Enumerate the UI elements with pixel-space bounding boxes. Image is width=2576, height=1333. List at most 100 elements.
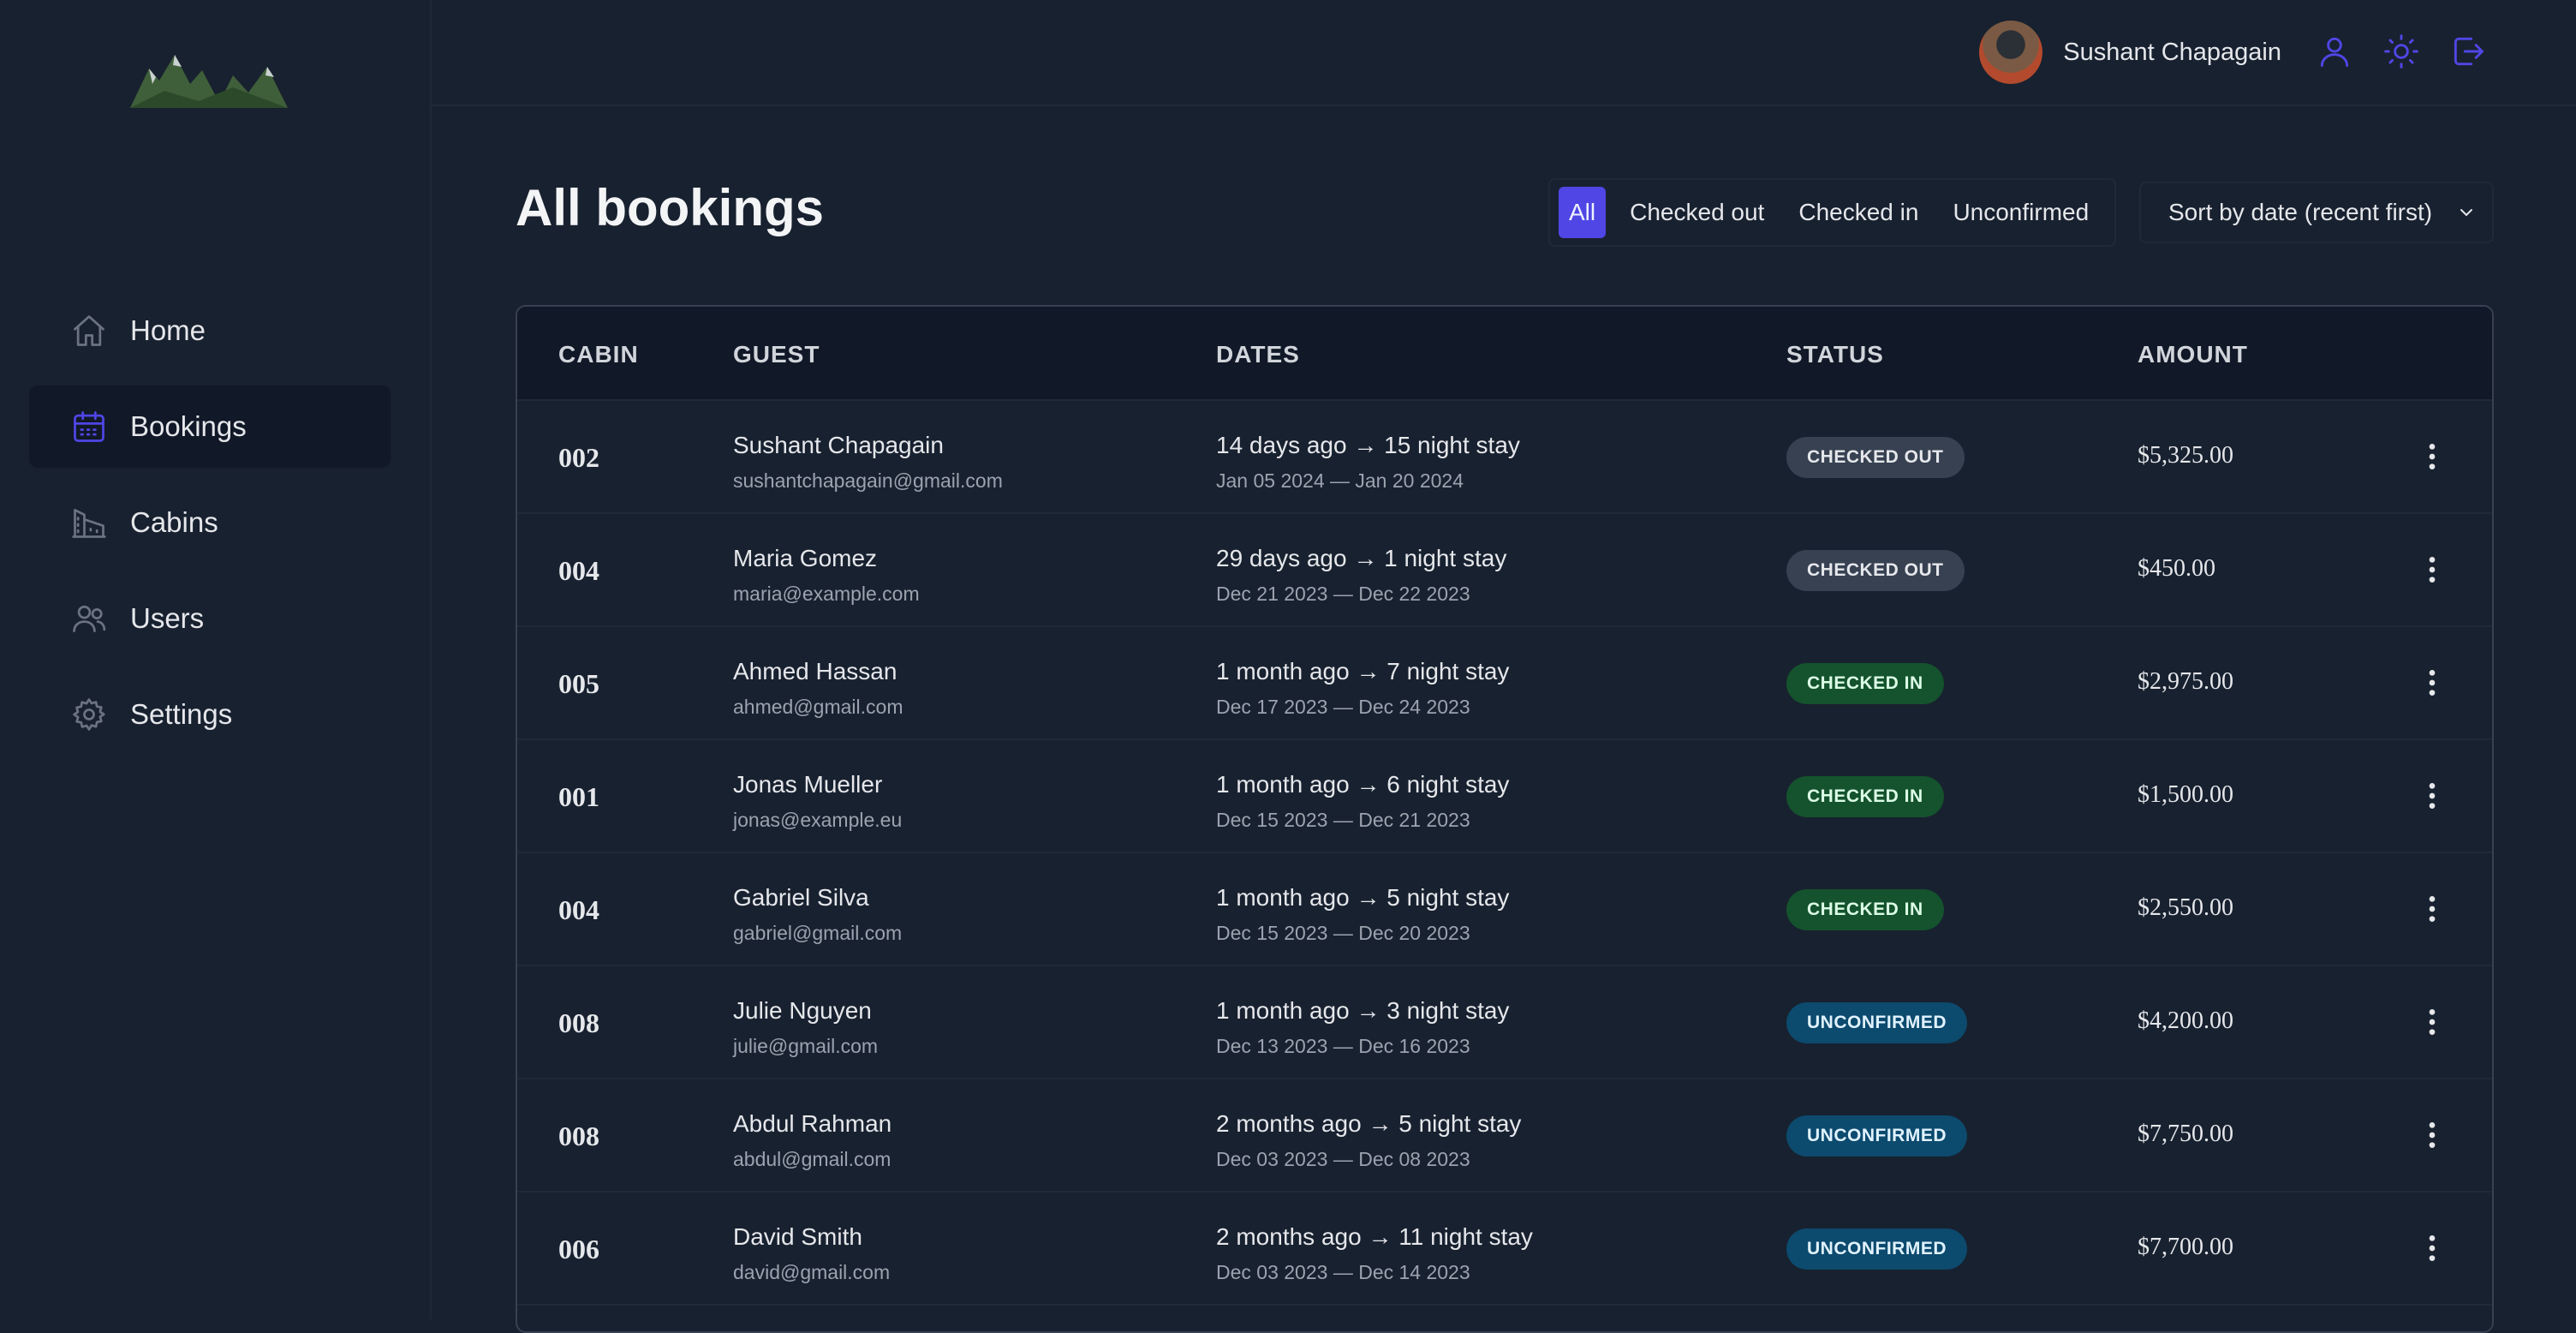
- date-range: Jan 05 2024 — Jan 20 2024: [1216, 469, 1464, 492]
- table-row: 002 Sushant Chapagain sushantchapagain@g…: [517, 401, 2492, 514]
- guest-email: sushantchapagain@gmail.com: [733, 469, 1003, 492]
- cabin-number: 004: [558, 894, 599, 925]
- guest-name: Gabriel Silva: [733, 884, 869, 911]
- booking-amount: $2,975.00: [2138, 668, 2233, 695]
- filter-unconfirmed-button[interactable]: Unconfirmed: [1942, 187, 2099, 238]
- stay-summary: 1 month ago → 5 night stay: [1216, 884, 1510, 911]
- date-range: Dec 03 2023 — Dec 08 2023: [1216, 1148, 1470, 1170]
- table-row: 004 Maria Gomez maria@example.com 29 day…: [517, 514, 2492, 627]
- sidebar-item-label: Settings: [130, 698, 233, 730]
- guest-name: Ahmed Hassan: [733, 658, 897, 684]
- guest-name: Sushant Chapagain: [733, 432, 944, 458]
- guest-email: maria@example.com: [733, 583, 920, 605]
- sidebar-item-cabins[interactable]: Cabins: [29, 481, 391, 564]
- sidebar-item-home[interactable]: Home: [29, 290, 391, 372]
- cabin-number: 001: [558, 781, 599, 812]
- guest-email: jonas@example.eu: [733, 809, 903, 831]
- table-row: 001 Jonas Mueller jonas@example.eu 1 mon…: [517, 740, 2492, 853]
- user-name: Sushant Chapagain: [2063, 38, 2281, 66]
- booking-amount: $7,750.00: [2138, 1121, 2233, 1147]
- booking-filter: All Checked out Checked in Unconfirmed: [1548, 178, 2117, 247]
- cabin-number: 006: [558, 1234, 599, 1264]
- table-row: 006 David Smith david@gmail.com 2 months…: [517, 1193, 2492, 1306]
- user-icon[interactable]: [2316, 33, 2353, 70]
- status-badge: CHECKED IN: [1786, 776, 1944, 817]
- column-header-status: STATUS: [1786, 341, 1884, 368]
- guest-name: Abdul Rahman: [733, 1110, 892, 1137]
- sidebar-nav: Home Bookings Cabins Users Settings: [29, 290, 391, 769]
- more-vertical-icon[interactable]: [2415, 779, 2449, 813]
- status-badge: CHECKED OUT: [1786, 437, 1965, 478]
- date-range: Dec 03 2023 — Dec 14 2023: [1216, 1261, 1470, 1283]
- guest-name: Julie Nguyen: [733, 997, 872, 1024]
- booking-amount: $2,550.00: [2138, 894, 2233, 921]
- stay-summary: 2 months ago → 11 night stay: [1216, 1223, 1533, 1250]
- status-badge: CHECKED IN: [1786, 889, 1944, 930]
- more-vertical-icon[interactable]: [2415, 892, 2449, 926]
- stay-summary: 14 days ago → 15 night stay: [1216, 432, 1520, 458]
- calendar-icon: [74, 411, 104, 442]
- filter-all-button[interactable]: All: [1559, 187, 1607, 238]
- date-range: Dec 15 2023 — Dec 21 2023: [1216, 809, 1470, 831]
- date-range: Dec 13 2023 — Dec 16 2023: [1216, 1035, 1470, 1057]
- booking-amount: $450.00: [2138, 555, 2215, 582]
- more-vertical-icon[interactable]: [2415, 553, 2449, 587]
- column-header-cabin: CABIN: [558, 341, 639, 368]
- gear-icon: [73, 698, 105, 731]
- table-body: 002 Sushant Chapagain sushantchapagain@g…: [517, 401, 2492, 1306]
- table-row: 004 Gabriel Silva gabriel@gmail.com 1 mo…: [517, 853, 2492, 966]
- sidebar-item-label: Bookings: [130, 410, 247, 442]
- guest-email: ahmed@gmail.com: [733, 696, 903, 718]
- date-range: Dec 15 2023 — Dec 20 2023: [1216, 922, 1470, 944]
- avatar: [1979, 21, 2043, 84]
- filter-checked-in-button[interactable]: Checked in: [1788, 187, 1929, 238]
- booking-amount: $1,500.00: [2138, 781, 2233, 808]
- filter-checked-out-button[interactable]: Checked out: [1619, 187, 1774, 238]
- bookings-table: CABIN GUEST DATES STATUS AMOUNT 002 Sush…: [516, 305, 2494, 1333]
- stay-summary: 29 days ago → 1 night stay: [1216, 545, 1507, 571]
- more-vertical-icon[interactable]: [2415, 1118, 2449, 1152]
- column-header-dates: DATES: [1216, 341, 1300, 368]
- date-range: Dec 17 2023 — Dec 24 2023: [1216, 696, 1470, 718]
- guest-name: David Smith: [733, 1223, 862, 1250]
- status-badge: UNCONFIRMED: [1786, 1002, 1967, 1043]
- sidebar-item-label: Home: [130, 314, 206, 346]
- cabin-number: 008: [558, 1007, 599, 1038]
- guest-email: julie@gmail.com: [733, 1035, 879, 1057]
- status-badge: CHECKED OUT: [1786, 550, 1965, 591]
- table-row: 005 Ahmed Hassan ahmed@gmail.com 1 month…: [517, 627, 2492, 740]
- page-title: All bookings: [516, 179, 824, 236]
- column-header-guest: GUEST: [733, 341, 820, 368]
- booking-amount: $5,325.00: [2138, 442, 2233, 469]
- more-vertical-icon[interactable]: [2415, 439, 2449, 474]
- column-header-amount: AMOUNT: [2138, 341, 2248, 368]
- status-badge: UNCONFIRMED: [1786, 1115, 1967, 1157]
- booking-amount: $7,700.00: [2138, 1234, 2233, 1260]
- chevron-down-icon: [2460, 209, 2472, 216]
- guest-email: abdul@gmail.com: [733, 1148, 891, 1170]
- status-badge: CHECKED IN: [1786, 663, 1944, 704]
- more-vertical-icon[interactable]: [2415, 1005, 2449, 1039]
- logout-icon[interactable]: [2449, 33, 2487, 70]
- sun-icon[interactable]: [2382, 33, 2420, 70]
- sidebar-item-label: Users: [130, 602, 205, 634]
- logo: [130, 55, 288, 108]
- sidebar-item-users[interactable]: Users: [29, 577, 391, 660]
- users-icon: [73, 605, 106, 633]
- cabin-number: 005: [558, 668, 599, 699]
- guest-email: gabriel@gmail.com: [733, 922, 903, 944]
- more-vertical-icon[interactable]: [2415, 666, 2449, 700]
- guest-name: Maria Gomez: [733, 545, 878, 571]
- sidebar-item-bookings[interactable]: Bookings: [29, 386, 391, 468]
- status-badge: UNCONFIRMED: [1786, 1228, 1967, 1270]
- date-range: Dec 21 2023 — Dec 22 2023: [1216, 583, 1470, 605]
- sort-select[interactable]: Sort by date (recent first): [2139, 182, 2494, 243]
- table-header: CABIN GUEST DATES STATUS AMOUNT: [517, 307, 2492, 401]
- cabin-number: 002: [558, 442, 599, 473]
- sidebar-item-settings[interactable]: Settings: [29, 673, 391, 756]
- sort-select-value: Sort by date (recent first): [2168, 199, 2433, 225]
- top-header: Sushant Chapagain: [432, 0, 2576, 106]
- sidebar-item-label: Cabins: [130, 506, 218, 538]
- more-vertical-icon[interactable]: [2415, 1231, 2449, 1265]
- table-row: 008 Julie Nguyen julie@gmail.com 1 month…: [517, 966, 2492, 1079]
